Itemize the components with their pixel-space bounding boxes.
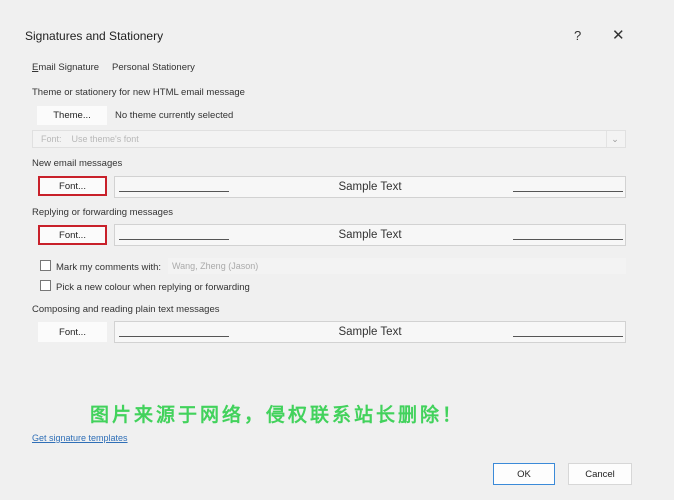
replying-sample-text: Sample Text — [338, 229, 402, 241]
plain-text-sample: Sample Text — [114, 321, 626, 343]
plain-text-font-button[interactable]: Font... — [38, 322, 107, 342]
tab-email-signature[interactable]: Email Signature — [32, 62, 99, 73]
signature-templates-link[interactable]: Get signature templates — [32, 433, 128, 443]
close-icon[interactable]: ✕ — [612, 26, 625, 44]
new-messages-sample: Sample Text — [114, 176, 626, 198]
theme-status: No theme currently selected — [115, 110, 234, 121]
tab-personal-stationery[interactable]: Personal Stationery — [112, 62, 195, 73]
theme-font-select: Font: Use theme's font ⌄ — [32, 130, 626, 148]
theme-font-value: Use theme's font — [71, 134, 139, 144]
theme-font-label: Font: — [41, 134, 62, 144]
replying-sample: Sample Text — [114, 224, 626, 246]
replying-font-button[interactable]: Font... — [38, 225, 107, 245]
new-messages-sample-text: Sample Text — [338, 181, 402, 193]
replying-label: Replying or forwarding messages — [32, 207, 173, 218]
watermark-text: 图片来源于网络，侵权联系站长删除！ — [90, 405, 465, 426]
new-messages-font-button[interactable]: Font... — [38, 176, 107, 196]
chevron-down-icon: ⌄ — [606, 131, 623, 147]
plain-text-label: Composing and reading plain text message… — [32, 304, 220, 315]
help-icon[interactable]: ? — [574, 28, 581, 43]
new-messages-label: New email messages — [32, 158, 123, 169]
plain-text-sample-text: Sample Text — [338, 326, 402, 338]
mark-comments-label: Mark my comments with: — [56, 262, 162, 273]
new-colour-label: Pick a new colour when replying or forwa… — [56, 282, 250, 293]
ok-button[interactable]: OK — [493, 463, 555, 485]
cancel-button[interactable]: Cancel — [568, 463, 632, 485]
mark-comments-field[interactable]: Wang, Zheng (Jason) — [168, 258, 626, 274]
mark-comments-checkbox[interactable] — [40, 260, 51, 271]
dialog-title: Signatures and Stationery — [25, 29, 164, 43]
theme-section-label: Theme or stationery for new HTML email m… — [32, 87, 245, 98]
new-colour-checkbox[interactable] — [40, 280, 51, 291]
theme-button[interactable]: Theme... — [37, 106, 107, 125]
